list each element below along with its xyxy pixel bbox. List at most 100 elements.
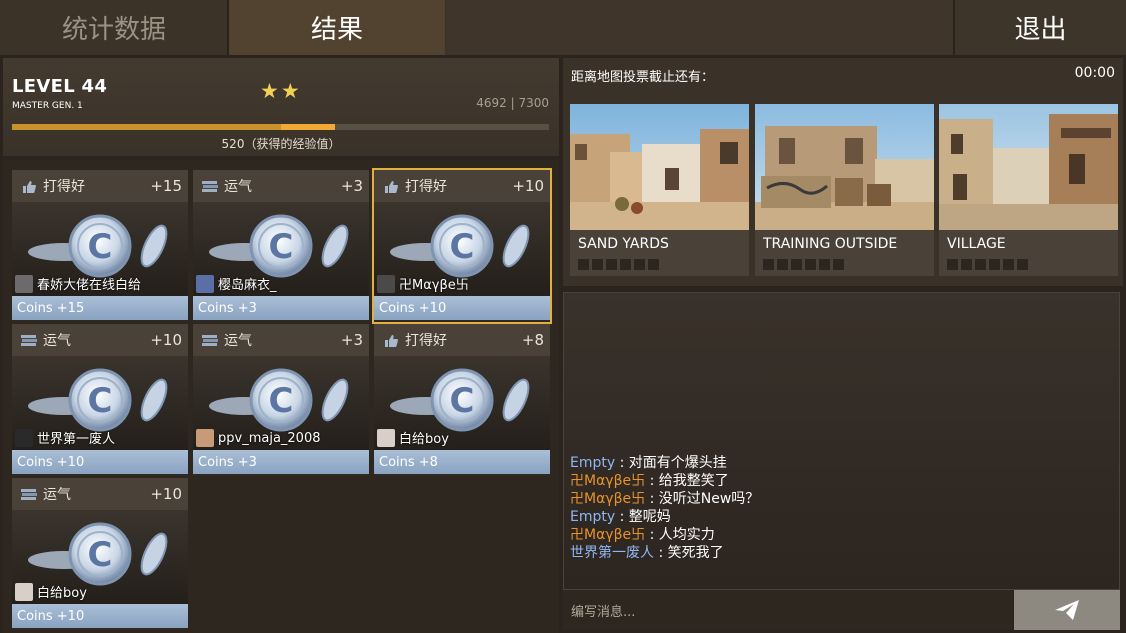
top-tab-bar: 统计数据 结果 退出	[0, 0, 1126, 55]
chat-message: Empty : 整呢妈	[570, 508, 759, 526]
vote-slot	[819, 259, 830, 270]
map-thumbnail	[939, 104, 1118, 230]
chat-sender: Empty	[570, 509, 616, 525]
reward-points: +10	[150, 485, 182, 503]
vote-slots	[578, 259, 659, 270]
vote-slot	[947, 259, 958, 270]
map-name: SAND YARDS	[578, 236, 669, 252]
tab-results[interactable]: 结果	[229, 0, 445, 55]
reward-grid: 打得好 +15 C 春娇大佬在线白给 Coins +15 运气 +3 C 樱岛麻…	[3, 160, 559, 633]
player-avatar	[15, 428, 33, 447]
reward-card[interactable]: 运气 +10 C 世界第一废人 Coins +10	[12, 324, 188, 476]
reward-card[interactable]: 运气 +3 C ppv_maja_2008 Coins +3	[193, 324, 369, 476]
level-title: LEVEL 44	[12, 76, 108, 97]
map-option-sand-yards[interactable]: SAND YARDS	[570, 104, 749, 276]
reward-card-header: 运气 +10	[12, 324, 188, 356]
reward-card-header: 打得好 +15	[12, 170, 188, 202]
luck-icon	[21, 487, 37, 501]
chat-text: 笑死我了	[667, 545, 724, 561]
chat-sender: 卍Μαγβe卐	[570, 473, 646, 489]
player-name: 春娇大佬在线白给	[37, 278, 142, 293]
chat-separator: :	[645, 527, 659, 543]
level-rank: MASTER GEN. 1	[12, 101, 83, 111]
coin-image: C 春娇大佬在线白给	[12, 202, 188, 296]
map-thumbnail	[570, 104, 749, 230]
reward-type-label: 打得好	[405, 333, 447, 349]
vote-slot	[961, 259, 972, 270]
vote-slot	[606, 259, 617, 270]
xp-gained-caption: 520（获得的经验值）	[221, 137, 341, 151]
player-tag: 白给boy	[377, 428, 449, 447]
reward-card[interactable]: 打得好 +10 C 卍Μαγβe卐 Coins +10	[372, 168, 552, 324]
coins-reward: Coins +10	[374, 296, 550, 320]
player-name: 白给boy	[37, 586, 87, 601]
reward-card-header: 打得好 +8	[374, 324, 550, 356]
vote-slot	[777, 259, 788, 270]
tab-stats[interactable]: 统计数据	[0, 0, 228, 55]
chat-separator: :	[645, 491, 659, 507]
svg-text:C: C	[269, 381, 294, 421]
svg-text:C: C	[450, 227, 475, 267]
chat-panel: Empty : 对面有个爆头挂 卍Μαγβe卐 : 给我整笑了 卍Μαγβe卐 : …	[563, 292, 1120, 590]
exit-button[interactable]: 退出	[955, 0, 1126, 55]
vote-slots	[947, 259, 1028, 270]
map-vote-title: 距离地图投票截止还有：	[571, 70, 715, 85]
xp-progress-bar	[12, 124, 549, 130]
reward-card-header: 运气 +3	[193, 324, 369, 356]
reward-points: +10	[512, 177, 544, 195]
player-name: 世界第一废人	[37, 432, 116, 447]
vote-slot	[791, 259, 802, 270]
vote-slot	[634, 259, 645, 270]
reward-card[interactable]: 打得好 +15 C 春娇大佬在线白给 Coins +15	[12, 170, 188, 322]
level-panel: LEVEL 44 MASTER GEN. 1 ★★ 4692 | 7300 52…	[3, 58, 559, 156]
coin-image: C 白给boy	[374, 356, 550, 450]
map-option-training-outside[interactable]: TRAINING OUTSIDE	[755, 104, 934, 276]
chat-message: Empty : 对面有个爆头挂	[570, 454, 759, 472]
vote-slot	[592, 259, 603, 270]
chat-separator: :	[654, 545, 668, 561]
player-avatar	[377, 274, 395, 293]
map-name: VILLAGE	[947, 236, 1006, 252]
thumbs-up-icon	[21, 179, 37, 193]
coin-image: C ppv_maja_2008	[193, 356, 369, 450]
svg-text:C: C	[88, 381, 113, 421]
xp-progress-text: 4692 | 7300	[476, 96, 549, 110]
luck-icon	[21, 333, 37, 347]
reward-card-header: 运气 +10	[12, 478, 188, 510]
vote-slots	[763, 259, 844, 270]
reward-points: +10	[150, 331, 182, 349]
reward-type-label: 运气	[43, 333, 71, 349]
chat-message: 卍Μαγβe卐 : 人均实力	[570, 526, 759, 544]
rank-stars: ★★	[260, 79, 302, 103]
player-name: 白给boy	[399, 432, 449, 447]
player-avatar	[196, 274, 214, 293]
vote-slot	[805, 259, 816, 270]
chat-text: 对面有个爆头挂	[628, 455, 727, 471]
send-icon	[1055, 600, 1079, 620]
coins-reward: Coins +3	[193, 296, 369, 320]
reward-card[interactable]: 运气 +10 C 白给boy Coins +10	[12, 478, 188, 630]
chat-sender: 卍Μαγβe卐	[570, 491, 646, 507]
reward-points: +3	[340, 331, 363, 349]
player-tag: 白给boy	[15, 582, 87, 601]
svg-text:C: C	[450, 381, 475, 421]
player-tag: ppv_maja_2008	[196, 429, 321, 447]
coins-reward: Coins +10	[12, 450, 188, 474]
luck-icon	[202, 333, 218, 347]
player-avatar	[15, 274, 33, 293]
chat-input-placeholder: 编写消息...	[571, 604, 636, 620]
vote-slot	[648, 259, 659, 270]
reward-type-label: 运气	[224, 179, 252, 195]
reward-card[interactable]: 打得好 +8 C 白给boy Coins +8	[374, 324, 550, 476]
send-button[interactable]	[1014, 590, 1120, 630]
chat-sender: Empty	[570, 455, 616, 471]
player-name: 卍Μαγβe卐	[399, 278, 469, 293]
reward-card[interactable]: 运气 +3 C 樱岛麻衣_ Coins +3	[193, 170, 369, 322]
tab-bar-spacer	[446, 0, 954, 55]
map-option-village[interactable]: VILLAGE	[939, 104, 1118, 276]
vote-slot	[620, 259, 631, 270]
chat-separator: :	[615, 455, 629, 471]
reward-points: +15	[150, 177, 182, 195]
thumbs-up-icon	[383, 179, 399, 193]
chat-input[interactable]: 编写消息...	[563, 590, 1012, 630]
